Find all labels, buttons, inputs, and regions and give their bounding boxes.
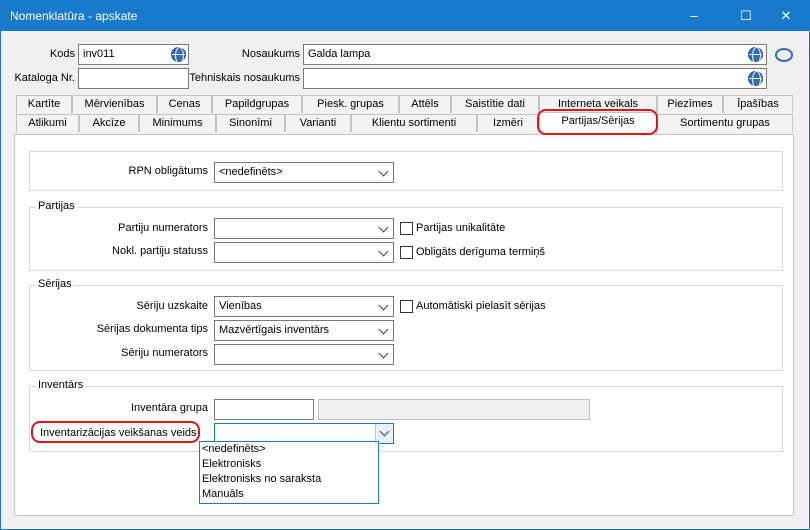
tab-akcize[interactable]: Akcīze xyxy=(79,114,139,132)
serijas-title: Sērijas xyxy=(36,278,74,290)
rpn-select[interactable]: <nedefinēts> xyxy=(214,162,394,183)
tab-varianti[interactable]: Varianti xyxy=(285,114,351,132)
content-panel: RPN obligātums <nedefinēts> Partijas Par… xyxy=(14,134,794,516)
partiju-statuss-select[interactable] xyxy=(214,242,394,263)
rpn-group: RPN obligātums <nedefinēts> xyxy=(29,151,783,191)
title-bar: Nomenklatūra - apskate – ☐ ✕ xyxy=(1,1,809,31)
inventara-grupa-input[interactable] xyxy=(214,399,314,420)
tab-attels[interactable]: Attēls xyxy=(399,95,451,113)
option-manuals[interactable]: Manuāls xyxy=(200,487,378,502)
close-button[interactable]: ✕ xyxy=(763,1,809,31)
tab-sinonimi[interactable]: Sinonīmi xyxy=(216,114,285,132)
tab-piezimes[interactable]: Piezīmes xyxy=(657,95,723,113)
tehniskais-input[interactable] xyxy=(303,68,767,89)
seriju-numerators-select[interactable] xyxy=(214,344,394,365)
chevron-down-icon xyxy=(378,348,389,359)
tab-piesk-grupas[interactable]: Piesk. grupas xyxy=(302,95,399,113)
option-elektronisks[interactable]: Elektronisks xyxy=(200,457,378,472)
veids-dropdown-list: <nedefinēts> Elektronisks Elektronisks n… xyxy=(199,441,379,504)
tab-ipasibas[interactable]: Īpašības xyxy=(723,95,793,113)
window-title: Nomenklatūra - apskate xyxy=(10,9,138,23)
dok-tips-label: Sērijas dokumenta tips xyxy=(96,323,208,335)
kataloga-label: Kataloga Nr. xyxy=(14,72,75,84)
chevron-down-icon xyxy=(378,246,389,257)
seriju-numerators-label: Sēriju numerators xyxy=(121,347,208,359)
partijas-unikalitate-checkbox[interactable] xyxy=(400,222,413,235)
tab-minimums[interactable]: Minimums xyxy=(139,114,216,132)
tab-saistitie-dati[interactable]: Saistītie dati xyxy=(451,95,539,113)
partiju-numerators-select[interactable] xyxy=(214,218,394,239)
partiju-statuss-label: Nokl. partiju statuss xyxy=(112,245,208,257)
derig-termins-checkbox[interactable] xyxy=(400,246,413,259)
tab-mervienibas[interactable]: Mērvienības xyxy=(72,95,157,113)
chevron-down-icon xyxy=(378,300,389,311)
dok-tips-value: Mazvērtīgais inventārs xyxy=(219,324,330,336)
nosaukums-globe-icon[interactable] xyxy=(748,47,763,64)
auto-serijas-label: Automātiski pielasīt sērijas xyxy=(416,300,546,312)
partijas-group: Partijas Partiju numerators Partijas uni… xyxy=(29,200,783,271)
seriju-uzskaite-select[interactable]: Vienības xyxy=(214,296,394,317)
serijas-group: Sērijas Sēriju uzskaite Vienības Automāt… xyxy=(29,278,783,371)
seriju-uzskaite-label: Sēriju uzskaite xyxy=(136,300,208,312)
rpn-value: <nedefinēts> xyxy=(219,166,283,178)
tehniskais-globe-icon[interactable] xyxy=(748,71,763,88)
tab-sortimentu-grupas[interactable]: Sortimentu grupas xyxy=(657,114,793,132)
option-elektronisks-no-saraksta[interactable]: Elektronisks no saraksta xyxy=(200,472,378,487)
seriju-uzskaite-value: Vienības xyxy=(219,300,262,312)
highlight-veids xyxy=(31,421,200,443)
minimize-button[interactable]: – xyxy=(671,1,717,31)
nosaukums-label: Nosaukums xyxy=(241,48,300,60)
kods-globe-icon[interactable] xyxy=(171,47,186,64)
tab-atlikumi[interactable]: Atlikumi xyxy=(16,114,79,132)
highlight-tab xyxy=(537,109,658,135)
option-nedefinets[interactable]: <nedefinēts> xyxy=(200,442,378,457)
partijas-unikalitate-label: Partijas unikalitāte xyxy=(416,222,506,234)
chevron-down-icon xyxy=(378,166,389,177)
chevron-down-icon xyxy=(379,426,390,437)
tehniskais-label: Tehniskais nosaukums xyxy=(189,72,300,84)
auto-serijas-checkbox[interactable] xyxy=(400,300,413,313)
tab-kartite[interactable]: Kartīte xyxy=(16,95,72,113)
main-window: Nomenklatūra - apskate – ☐ ✕ Kods inv011… xyxy=(0,0,810,530)
chevron-down-icon xyxy=(378,324,389,335)
nosaukums-input[interactable]: Galda lampa xyxy=(303,44,767,65)
inventara-grupa-label: Inventāra grupa xyxy=(130,402,208,414)
kods-label: Kods xyxy=(49,48,75,60)
derig-termins-label: Obligāts derīguma termiņš xyxy=(416,246,545,258)
dok-tips-select[interactable]: Mazvērtīgais inventārs xyxy=(214,320,394,341)
tab-papildgrupas[interactable]: Papildgrupas xyxy=(212,95,302,113)
chat-icon[interactable] xyxy=(775,48,793,62)
kataloga-input[interactable] xyxy=(78,68,189,89)
tab-klientu-sortimenti[interactable]: Klientu sortimenti xyxy=(351,114,477,132)
tab-cenas[interactable]: Cenas xyxy=(157,95,212,113)
tab-izmeri[interactable]: Izmēri xyxy=(477,114,539,132)
inventars-title: Inventārs xyxy=(36,379,86,391)
inventara-grupa-name xyxy=(318,399,590,420)
partijas-title: Partijas xyxy=(36,200,77,212)
chevron-down-icon xyxy=(378,222,389,233)
rpn-label: RPN obligātums xyxy=(128,165,208,177)
partiju-numerators-label: Partiju numerators xyxy=(118,222,208,234)
